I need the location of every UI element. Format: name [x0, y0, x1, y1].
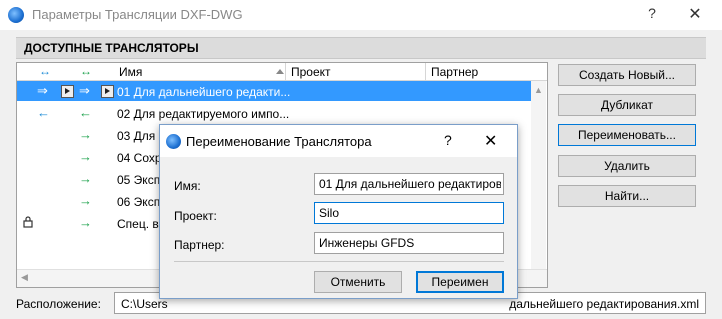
- dialog-help-button[interactable]: ?: [444, 132, 452, 148]
- app-logo-icon: [8, 7, 24, 23]
- create-new-button[interactable]: Создать Новый...: [558, 64, 696, 86]
- column-header-partner[interactable]: Партнер: [431, 65, 478, 79]
- list-item[interactable]: ← ← 02 Для редактируемого импо...: [17, 103, 531, 123]
- location-label: Расположение:: [16, 297, 101, 311]
- list-item-name: 03 Для в: [117, 129, 166, 143]
- section-title: ДОСТУПНЫЕ ТРАНСЛЯТОРЫ: [24, 41, 199, 55]
- close-button[interactable]: ✕: [684, 4, 706, 24]
- name-field[interactable]: [314, 173, 504, 195]
- list-item-name: 04 Сохр: [117, 151, 162, 165]
- import-arrow-icon: ⇒: [37, 83, 48, 98]
- export-arrow-icon: →: [79, 171, 92, 186]
- sort-ascending-icon: [276, 69, 284, 74]
- duplicate-button[interactable]: Дубликат: [558, 94, 696, 116]
- lock-icon: [23, 216, 33, 231]
- export-arrow-icon: →: [79, 127, 92, 142]
- find-button[interactable]: Найти...: [558, 185, 696, 207]
- list-header: ↔ ↔ Имя Проект Партнер: [17, 63, 547, 81]
- scroll-up-icon[interactable]: ▲: [534, 85, 543, 95]
- list-item-selected[interactable]: ⇒ ⇒ 01 Для дальнейшего редакти...: [17, 81, 531, 101]
- window-title: Параметры Трансляции DXF-DWG: [32, 7, 243, 22]
- rename-confirm-button[interactable]: Переимен: [416, 271, 504, 293]
- dialog-divider: [174, 261, 504, 262]
- app-logo-icon: [166, 134, 181, 149]
- partner-field[interactable]: [314, 232, 504, 254]
- column-divider[interactable]: [425, 63, 426, 80]
- section-header: ДОСТУПНЫЕ ТРАНСЛЯТОРЫ: [16, 37, 706, 59]
- vertical-scrollbar[interactable]: ▲: [531, 81, 546, 269]
- scroll-left-icon[interactable]: ◀: [21, 272, 28, 283]
- window-title-bar: Параметры Трансляции DXF-DWG ? ✕: [0, 0, 722, 30]
- help-button[interactable]: ?: [644, 5, 660, 23]
- export-arrow-icon: ⇒: [79, 83, 90, 98]
- column-divider[interactable]: [285, 63, 286, 80]
- project-label: Проект:: [174, 209, 217, 223]
- play-icon[interactable]: [61, 85, 74, 98]
- project-field[interactable]: [314, 202, 504, 224]
- export-column-icon[interactable]: ↔: [80, 64, 92, 78]
- location-path-end: дальнейшего редактирования.xml: [509, 297, 699, 311]
- dialog-close-button[interactable]: ✕: [484, 131, 497, 151]
- rename-dialog: Переименование Транслятора ? ✕ Имя: Прое…: [159, 124, 518, 299]
- column-header-project[interactable]: Проект: [291, 65, 331, 79]
- import-arrow-icon: ←: [37, 105, 50, 120]
- export-arrow-icon: →: [79, 215, 92, 230]
- import-column-icon[interactable]: ↔: [39, 64, 51, 78]
- delete-button[interactable]: Удалить: [558, 155, 696, 177]
- rename-button[interactable]: Переименовать...: [558, 124, 696, 146]
- cancel-button[interactable]: Отменить: [314, 271, 402, 293]
- play-icon[interactable]: [101, 85, 114, 98]
- list-item-name: Спец. вс: [117, 217, 165, 231]
- list-item-name: 01 Для дальнейшего редакти...: [117, 85, 291, 99]
- partner-label: Партнер:: [174, 238, 225, 252]
- export-arrow-icon: →: [79, 193, 92, 208]
- dialog-title-bar: Переименование Транслятора ? ✕: [160, 125, 517, 157]
- list-item-name: 05 Эксп: [117, 173, 161, 187]
- column-header-name[interactable]: Имя: [119, 65, 142, 79]
- export-arrow-icon: →: [79, 149, 92, 164]
- export-arrow-icon: ←: [79, 105, 92, 120]
- list-item-name: 02 Для редактируемого импо...: [117, 107, 290, 121]
- dialog-title: Переименование Транслятора: [186, 134, 372, 149]
- name-label: Имя:: [174, 179, 201, 193]
- list-item-name: 06 Эксп: [117, 195, 161, 209]
